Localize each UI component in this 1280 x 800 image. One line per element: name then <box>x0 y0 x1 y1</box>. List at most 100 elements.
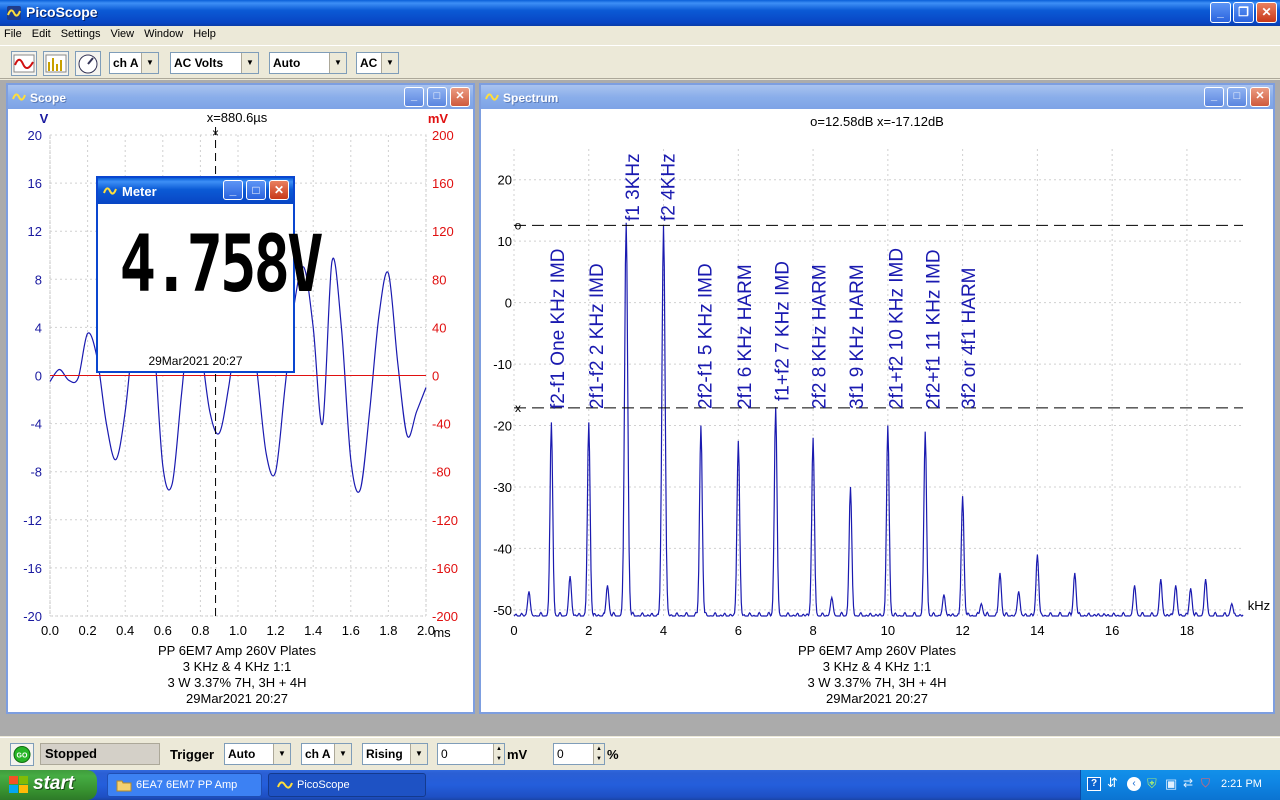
spectrum-o-marker: o <box>515 218 522 232</box>
meter-window[interactable]: Meter _ □ ✕ 4.758V 29Mar2021 20:27 <box>96 176 324 373</box>
restore-button[interactable]: ❐ <box>1233 2 1254 23</box>
go-button[interactable]: GO <box>10 743 34 766</box>
coupling-value: AC <box>360 56 378 70</box>
spectrum-maximize-button[interactable]: □ <box>1227 87 1247 107</box>
channel-value: ch A <box>113 56 139 70</box>
menu-settings[interactable]: Settings <box>56 27 106 40</box>
trigger-edge-value: Rising <box>366 747 403 761</box>
scope-view-button[interactable] <box>11 51 37 76</box>
scope-close-button[interactable]: ✕ <box>450 87 470 107</box>
meter-minimize-button[interactable]: _ <box>223 180 243 200</box>
spectrum-x-tick: 4 <box>660 623 667 638</box>
spectrum-x-unit: kHz <box>1248 598 1270 613</box>
spectrum-y-tick: 10 <box>498 234 512 249</box>
chevron-down-icon: ▼ <box>141 53 158 73</box>
scope-y-tick-left: 8 <box>35 272 42 287</box>
menu-view[interactable]: View <box>105 27 139 40</box>
spectrum-x-tick: 0 <box>510 623 517 638</box>
meter-window-icon <box>103 187 117 195</box>
taskbar-item-picoscope[interactable]: PicoScope <box>268 773 426 797</box>
taskbar-item-folder[interactable]: 6EA7 6EM7 PP Amp <box>107 773 262 797</box>
scope-title: Scope <box>30 91 67 105</box>
scope-cursor-readout: x=880.6µs <box>207 110 268 125</box>
menu-file[interactable]: File <box>0 27 27 40</box>
monitor-icon[interactable]: ▣ <box>1165 776 1177 792</box>
spectrum-note: 3 KHz & 4 KHz 1:1 <box>823 659 931 674</box>
scope-y-tick-right: 40 <box>432 320 446 335</box>
scope-x-tick: 1.2 <box>267 623 285 638</box>
scope-title-bar[interactable]: Scope _ □ ✕ <box>8 85 473 109</box>
back-arrow-icon[interactable]: ‹ <box>1127 777 1141 791</box>
spectrum-note: 29Mar2021 20:27 <box>826 691 928 706</box>
meter-maximize-button[interactable]: □ <box>246 180 266 200</box>
spectrum-plot[interactable]: 20 10 0 -10 -20 -30 -40 -50 0 2 4 6 8 10 12 14 16 18 kHz o=… <box>481 109 1273 712</box>
delay-input[interactable]: 0 ▲ ▼ <box>553 743 605 765</box>
scope-x-tick: 0.6 <box>154 623 172 638</box>
trigger-edge-select[interactable]: Rising ▼ <box>362 743 428 765</box>
chevron-down-icon: ▼ <box>329 53 346 73</box>
scope-y-tick-right: 200 <box>432 128 454 143</box>
chevron-down-icon: ▼ <box>241 53 258 73</box>
status-bar: GO Stopped Trigger Auto ▼ ch A ▼ Rising … <box>0 737 1280 770</box>
trigger-channel-select[interactable]: ch A ▼ <box>301 743 352 765</box>
menu-edit[interactable]: Edit <box>27 27 56 40</box>
scope-y-tick-left: 4 <box>35 320 42 335</box>
spectrum-title: Spectrum <box>503 91 559 105</box>
threshold-unit: mV <box>507 747 528 762</box>
spectrum-y-tick: -50 <box>493 603 512 618</box>
menu-window[interactable]: Window <box>139 27 188 40</box>
meter-close-button[interactable]: ✕ <box>269 180 289 200</box>
meter-view-button[interactable] <box>75 51 101 76</box>
units-select[interactable]: AC Volts ▼ <box>170 52 259 74</box>
start-button[interactable]: start <box>0 770 97 800</box>
help-icon[interactable]: ? <box>1087 777 1101 791</box>
shield-icon[interactable]: ⛨ <box>1147 776 1157 792</box>
scope-right-unit: mV <box>428 111 449 126</box>
spectrum-window[interactable]: Spectrum _ □ ✕ 20 10 0 -10 -20 -30 -40 -50 0 2 4 6 8… <box>479 83 1275 714</box>
spectrum-view-button[interactable] <box>43 51 69 76</box>
spectrum-x-tick: 12 <box>955 623 969 638</box>
scope-y-tick-left: 12 <box>28 224 42 239</box>
meter-title-bar[interactable]: Meter _ □ ✕ <box>98 178 293 204</box>
connection-icon[interactable]: ⇄ <box>1183 776 1193 790</box>
menu-help[interactable]: Help <box>188 27 221 40</box>
network-icon[interactable]: ⇵ <box>1107 775 1118 791</box>
picoscope-app-icon <box>7 6 21 20</box>
scope-x-tick: 0.0 <box>41 623 59 638</box>
scope-x-tick: 0.8 <box>191 623 209 638</box>
threshold-input[interactable]: 0 ▲ ▼ <box>437 743 505 765</box>
channel-select[interactable]: ch A ▼ <box>109 52 159 74</box>
units-value: AC Volts <box>174 56 224 70</box>
scope-note: 3 KHz & 4 KHz 1:1 <box>183 659 291 674</box>
threshold-value: 0 <box>441 747 448 761</box>
spectrum-x-tick: 6 <box>735 623 742 638</box>
spectrum-close-button[interactable]: ✕ <box>1250 87 1270 107</box>
spectrum-annotation: 2f1-f2 2 KHz IMD <box>587 263 608 409</box>
scope-minimize-button[interactable]: _ <box>404 87 424 107</box>
security-alert-icon[interactable]: ⛉ <box>1201 776 1210 791</box>
spinner-icon[interactable]: ▲ ▼ <box>593 744 604 764</box>
scope-y-tick-left: -8 <box>30 465 42 480</box>
spectrum-title-bar[interactable]: Spectrum _ □ ✕ <box>481 85 1273 109</box>
meter-gauge-icon <box>78 54 98 74</box>
range-select[interactable]: Auto ▼ <box>269 52 347 74</box>
spectrum-x-tick: 2 <box>585 623 592 638</box>
spinner-icon[interactable]: ▲ ▼ <box>493 744 504 764</box>
go-icon: GO <box>13 746 31 763</box>
spectrum-minimize-button[interactable]: _ <box>1204 87 1224 107</box>
spectrum-annotation: 3f1 9 KHz HARM <box>847 264 868 409</box>
meter-date: 29Mar2021 20:27 <box>148 354 243 368</box>
scope-y-tick-right: -40 <box>432 417 451 432</box>
minimize-button[interactable]: _ <box>1210 2 1231 23</box>
clock: 2:21 PM <box>1221 778 1262 790</box>
coupling-select[interactable]: AC ▼ <box>356 52 399 74</box>
scope-y-tick-left: -12 <box>23 513 42 528</box>
spectrum-y-tick: -40 <box>493 541 512 556</box>
scope-y-tick-left: 20 <box>28 128 42 143</box>
app-title-bar[interactable]: PicoScope _ ❐ ✕ <box>0 0 1280 26</box>
close-button[interactable]: ✕ <box>1256 2 1277 23</box>
trigger-mode-select[interactable]: Auto ▼ <box>224 743 291 765</box>
scope-maximize-button[interactable]: □ <box>427 87 447 107</box>
scope-y-tick-left: -4 <box>30 417 42 432</box>
spectrum-x-marker: x <box>515 401 521 415</box>
